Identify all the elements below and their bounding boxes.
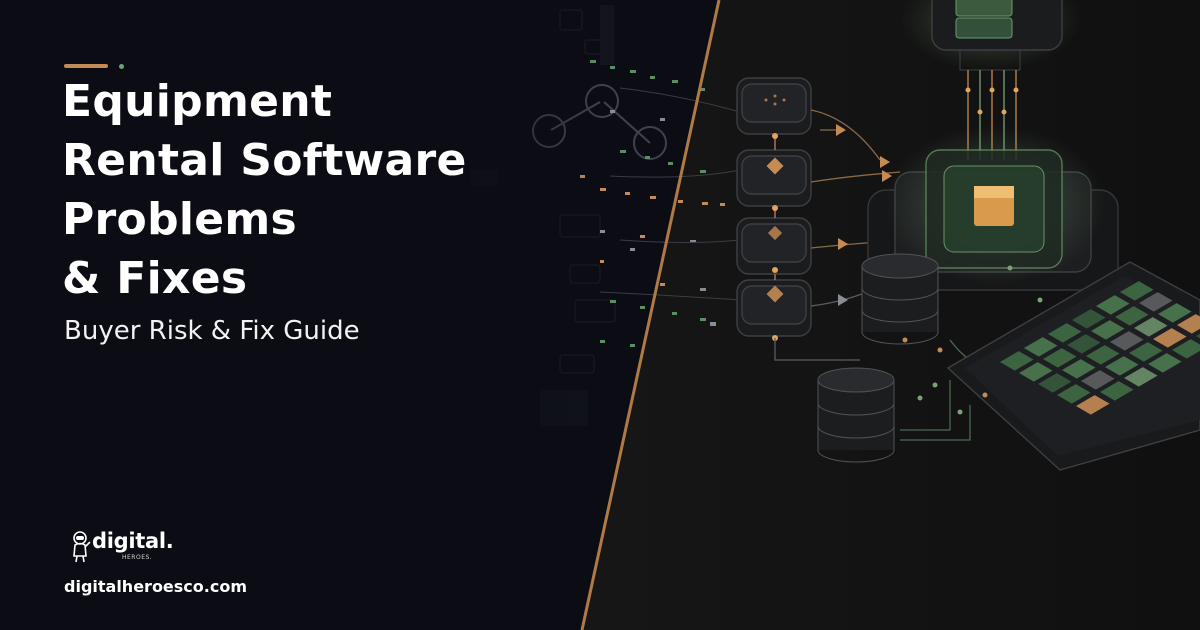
title-line: Rental Software bbox=[62, 135, 467, 186]
database-icon-lower bbox=[817, 367, 895, 463]
database-icon-upper bbox=[861, 253, 939, 345]
website-url: digitalheroesco.com bbox=[64, 577, 248, 596]
hero-banner: Equipment Rental Software Problems & Fix… bbox=[0, 0, 1200, 630]
astronaut-icon bbox=[73, 531, 91, 563]
accent-bar bbox=[64, 64, 108, 68]
page-title: Equipment Rental Software Problems & Fix… bbox=[62, 72, 532, 308]
title-line: & Fixes bbox=[62, 253, 248, 304]
brand-logo: digital. HEROES. bbox=[70, 528, 230, 572]
title-line: Problems bbox=[62, 194, 298, 245]
title-line: Equipment bbox=[62, 76, 333, 127]
logo-wordmark: digital. bbox=[92, 529, 174, 553]
logo-subtext: HEROES. bbox=[122, 554, 153, 561]
page-subtitle: Buyer Risk & Fix Guide bbox=[64, 316, 360, 346]
accent-dot bbox=[119, 64, 124, 69]
